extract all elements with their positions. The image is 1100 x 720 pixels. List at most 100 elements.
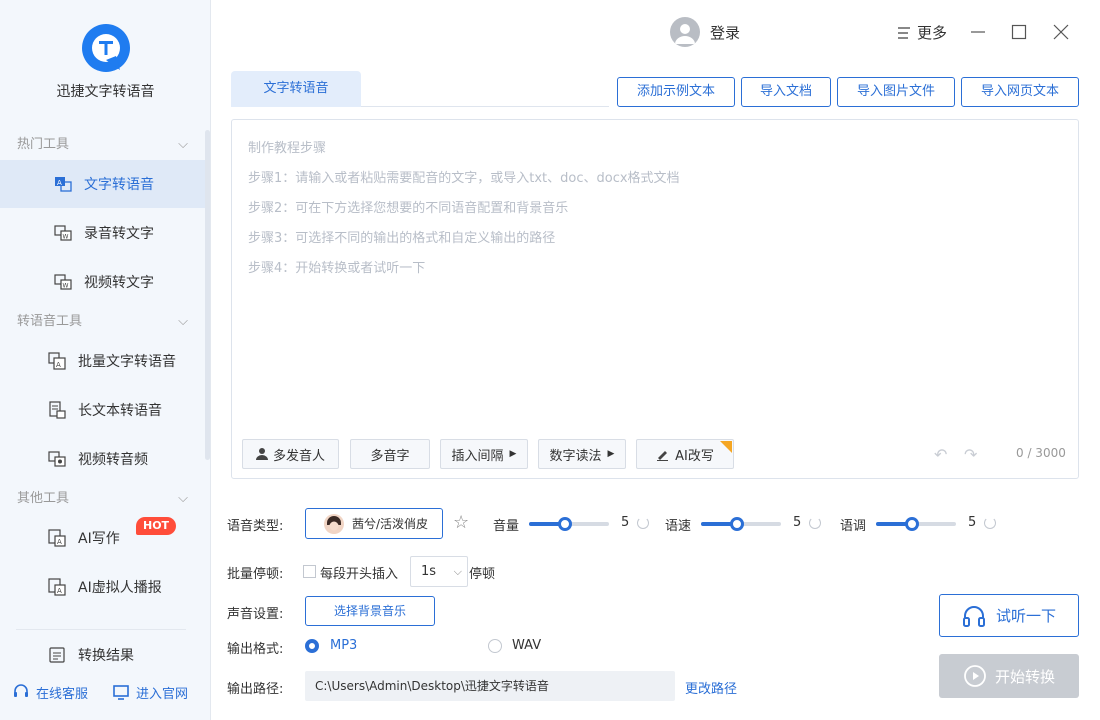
slider-knob[interactable] bbox=[558, 517, 572, 531]
select-bgm-button[interactable]: 选择背景音乐 bbox=[305, 596, 435, 626]
minimize-icon bbox=[971, 31, 985, 33]
sidebar-item-text-to-speech[interactable]: A 文字转语音 bbox=[0, 160, 206, 208]
reset-icon[interactable] bbox=[809, 517, 821, 529]
batch-pause-checkbox[interactable] bbox=[303, 565, 316, 578]
maximize-icon bbox=[1011, 24, 1027, 40]
pitch-label: 语调 bbox=[840, 519, 867, 534]
import-doc-button[interactable]: 导入文档 bbox=[741, 77, 831, 107]
more-menu-button[interactable]: 更多 bbox=[896, 22, 947, 43]
batch-pause-label: 批量停顿: bbox=[227, 567, 284, 582]
divider bbox=[16, 629, 186, 630]
slider-knob[interactable] bbox=[730, 517, 744, 531]
section-label: 转语音工具 bbox=[17, 314, 83, 329]
close-icon bbox=[1053, 24, 1069, 40]
wav-radio[interactable] bbox=[488, 639, 502, 653]
import-web-button[interactable]: 导入网页文本 bbox=[961, 77, 1079, 107]
start-convert-button[interactable]: 开始转换 bbox=[939, 654, 1079, 698]
svg-text:A: A bbox=[57, 538, 62, 546]
sidebar-item-batch-tts[interactable]: A 批量文字转语音 bbox=[0, 337, 206, 385]
placeholder-line: 步骤4：开始转换或者试听一下 bbox=[248, 261, 426, 276]
mp3-radio[interactable] bbox=[305, 639, 319, 653]
sidebar-item-audio-to-text[interactable]: W 录音转文字 bbox=[0, 209, 206, 257]
minimize-button[interactable] bbox=[966, 20, 990, 44]
slider-knob[interactable] bbox=[905, 517, 919, 531]
section-label: 其他工具 bbox=[17, 491, 70, 506]
tab-text-to-speech[interactable]: 文字转语音 bbox=[231, 71, 361, 107]
insert-pause-button[interactable]: 插入间隔 ▶ bbox=[440, 439, 528, 469]
login-button[interactable]: 登录 bbox=[670, 17, 740, 47]
voice-type-label: 语音类型: bbox=[227, 519, 284, 534]
polyphone-button[interactable]: 多音字 bbox=[350, 439, 430, 469]
section-other-tools[interactable]: 其他工具 ⌵ bbox=[0, 486, 200, 512]
pitch-slider[interactable] bbox=[876, 517, 956, 531]
placeholder-line: 制作教程步骤 bbox=[248, 141, 327, 156]
ai-writing-icon: A bbox=[48, 529, 66, 547]
pen-icon bbox=[657, 451, 669, 461]
online-service-link[interactable]: 在线客服 bbox=[12, 683, 88, 702]
hot-badge: HOT bbox=[136, 517, 177, 535]
voice-name: 茜兮/活泼俏皮 bbox=[352, 517, 429, 531]
multi-voice-label: 多发音人 bbox=[272, 448, 325, 464]
polyphone-label: 多音字 bbox=[370, 448, 410, 464]
chevron-down-icon: ⌵ bbox=[453, 565, 462, 578]
output-format-label: 输出格式: bbox=[227, 642, 284, 657]
close-button[interactable] bbox=[1049, 20, 1073, 44]
pitch-value: 5 bbox=[968, 515, 977, 530]
mp3-label: MP3 bbox=[330, 638, 358, 653]
sidebar-item-long-text-tts[interactable]: 长文本转语音 bbox=[0, 386, 206, 434]
batch-pause-check-label: 每段开头插入 bbox=[320, 567, 399, 582]
sidebar-item-results[interactable]: 转换结果 bbox=[0, 631, 206, 679]
change-path-link[interactable]: 更改路径 bbox=[685, 678, 737, 697]
svg-text:A: A bbox=[57, 587, 62, 595]
volume-value: 5 bbox=[621, 515, 630, 530]
reset-icon[interactable] bbox=[984, 517, 996, 529]
voice-select-button[interactable]: 茜兮/活泼俏皮 bbox=[305, 508, 443, 539]
multi-voice-button[interactable]: 多发音人 bbox=[242, 439, 339, 469]
website-label: 进入官网 bbox=[136, 686, 189, 702]
svg-text:W: W bbox=[63, 234, 69, 241]
output-path-field[interactable]: C:\Users\Admin\Desktop\迅捷文字转语音 bbox=[305, 671, 675, 701]
sidebar-item-video-to-audio[interactable]: 视频转音频 bbox=[0, 435, 206, 483]
add-example-button[interactable]: 添加示例文本 bbox=[617, 77, 735, 107]
sidebar-item-label: 录音转文字 bbox=[84, 226, 154, 242]
placeholder-line: 步骤3：可选择不同的输出的格式和自定义输出的路径 bbox=[248, 231, 556, 246]
insert-pause-label: 插入间隔 bbox=[451, 448, 504, 464]
top-bar: 登录 更多 bbox=[211, 0, 1100, 66]
pause-duration-select[interactable]: 1s ⌵ bbox=[410, 556, 468, 587]
ai-rewrite-button[interactable]: AI改写 bbox=[636, 439, 734, 469]
voice-avatar-icon bbox=[324, 513, 344, 534]
play-circle-icon bbox=[964, 665, 986, 687]
sound-settings-label: 声音设置: bbox=[227, 607, 284, 622]
sidebar-item-label: 批量文字转语音 bbox=[78, 354, 176, 370]
sidebar-item-video-to-text[interactable]: W 视频转文字 bbox=[0, 258, 206, 306]
star-icon[interactable]: ☆ bbox=[453, 512, 469, 533]
pause-suffix: 停顿 bbox=[469, 567, 496, 582]
volume-slider[interactable] bbox=[529, 517, 609, 531]
sidebar-item-label: 文字转语音 bbox=[84, 177, 154, 193]
volume-label: 音量 bbox=[493, 519, 520, 534]
section-label: 热门工具 bbox=[17, 137, 70, 152]
ai-rewrite-label: AI改写 bbox=[675, 448, 714, 464]
app-title: 迅捷文字转语音 bbox=[56, 84, 155, 100]
website-link[interactable]: 进入官网 bbox=[112, 683, 188, 702]
triangle-right-icon: ▶ bbox=[607, 449, 615, 459]
pause-duration-value: 1s bbox=[421, 564, 437, 579]
section-speech-tools[interactable]: 转语音工具 ⌵ bbox=[0, 309, 200, 335]
sidebar-item-label: AI虚拟人播报 bbox=[78, 580, 162, 596]
text-editor[interactable]: 制作教程步骤 步骤1：请输入或者粘贴需要配音的文字，或导入txt、doc、doc… bbox=[231, 119, 1079, 479]
undo-icon[interactable]: ↶ bbox=[934, 445, 947, 464]
listen-button[interactable]: 试听一下 bbox=[939, 594, 1079, 637]
redo-icon[interactable]: ↷ bbox=[964, 445, 977, 464]
section-hot-tools[interactable]: 热门工具 ⌵ bbox=[0, 132, 200, 158]
triangle-right-icon: ▶ bbox=[509, 449, 517, 459]
user-icon bbox=[255, 448, 268, 460]
reset-icon[interactable] bbox=[637, 517, 649, 529]
maximize-button[interactable] bbox=[1007, 20, 1031, 44]
number-read-button[interactable]: 数字读法 ▶ bbox=[538, 439, 626, 469]
sidebar-item-ai-avatar[interactable]: A AI虚拟人播报 bbox=[0, 563, 206, 611]
speed-slider[interactable] bbox=[701, 517, 781, 531]
import-image-button[interactable]: 导入图片文件 bbox=[837, 77, 955, 107]
svg-text:W: W bbox=[63, 283, 69, 290]
sidebar-scrollbar[interactable] bbox=[205, 130, 210, 460]
chevron-down-icon: ⌵ bbox=[178, 314, 188, 329]
